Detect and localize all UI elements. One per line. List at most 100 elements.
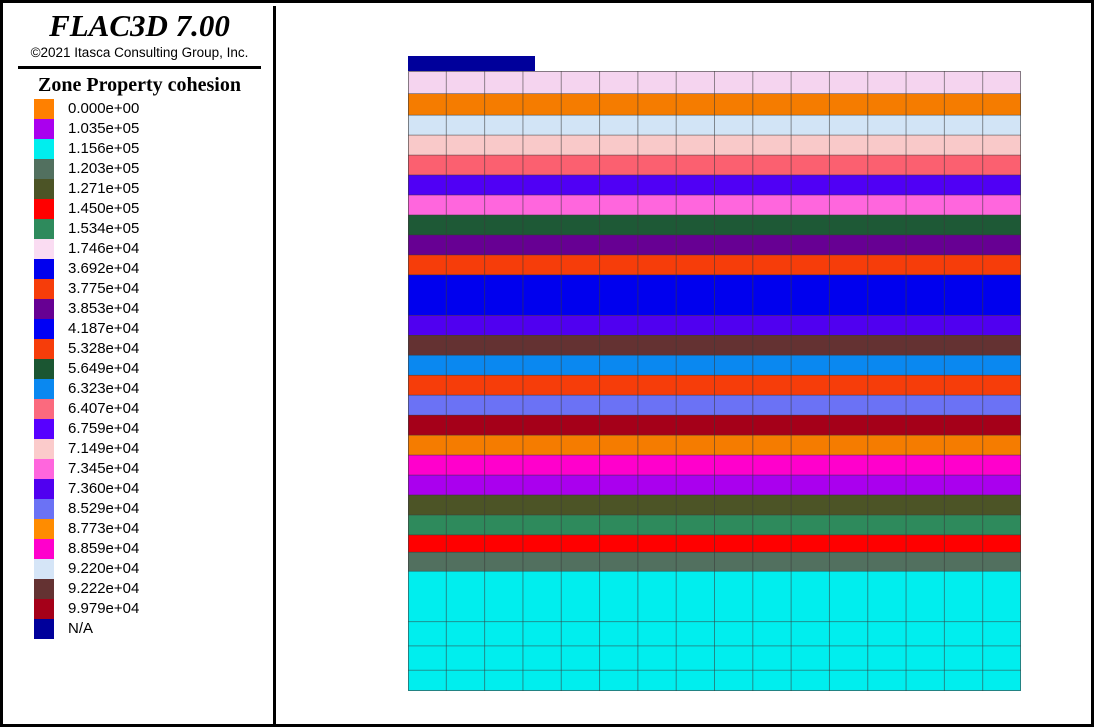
legend-value-label: 1.746e+04	[68, 239, 140, 257]
legend-row[interactable]: 1.450e+05	[34, 198, 273, 219]
legend-value-label: 1.035e+05	[68, 119, 140, 137]
legend-row[interactable]: 0.000e+00	[34, 98, 273, 119]
legend-row[interactable]: 3.692e+04	[34, 258, 273, 279]
legend-color-swatch	[34, 318, 54, 339]
legend-value-label: 5.328e+04	[68, 339, 140, 357]
legend-row[interactable]: 8.529e+04	[34, 498, 273, 519]
legend-entry-list: 0.000e+00 1.035e+05 1.156e+05 1.203e+05 1.27…	[6, 98, 273, 639]
zone-band	[408, 315, 1021, 336]
legend-color-swatch	[34, 478, 54, 499]
legend-color-swatch	[34, 118, 54, 139]
legend-value-label: 9.220e+04	[68, 559, 140, 577]
legend-row[interactable]: 9.220e+04	[34, 558, 273, 579]
legend-value-label: 6.323e+04	[68, 379, 140, 397]
legend-color-swatch	[34, 418, 54, 439]
legend-color-swatch	[34, 138, 54, 159]
legend-value-label: 4.187e+04	[68, 319, 140, 337]
legend-value-label: 8.529e+04	[68, 499, 140, 517]
legend-row[interactable]: 6.323e+04	[34, 378, 273, 399]
legend-value-label: 3.692e+04	[68, 259, 140, 277]
plot-panel[interactable]	[279, 6, 1088, 721]
zone-band	[408, 474, 1021, 495]
legend-row[interactable]: 5.328e+04	[34, 338, 273, 359]
legend-color-swatch	[34, 338, 54, 359]
zone-band	[408, 514, 1021, 535]
legend-color-swatch	[34, 258, 54, 279]
legend-row[interactable]: 5.649e+04	[34, 358, 273, 379]
zone-band	[408, 274, 1021, 316]
legend-panel: FLAC3D 7.00 ©2021 Itasca Consulting Grou…	[6, 6, 276, 724]
legend-color-swatch	[34, 398, 54, 419]
legend-row[interactable]: 3.853e+04	[34, 298, 273, 319]
zone-band	[408, 115, 1021, 136]
legend-color-swatch	[34, 198, 54, 219]
zone-band	[408, 375, 1021, 396]
legend-row[interactable]: 1.746e+04	[34, 238, 273, 259]
zone-band	[408, 534, 1021, 553]
legend-color-swatch	[34, 358, 54, 379]
zone-band	[408, 552, 1021, 572]
legend-color-swatch	[34, 598, 54, 619]
legend-row[interactable]: 3.775e+04	[34, 278, 273, 299]
zone-band	[408, 415, 1021, 436]
zone-band	[408, 435, 1021, 456]
legend-row[interactable]: 7.149e+04	[34, 438, 273, 459]
zone-band	[408, 175, 1021, 195]
legend-row[interactable]: 8.859e+04	[34, 538, 273, 559]
zone-band-stack	[408, 71, 1021, 691]
legend-color-swatch	[34, 298, 54, 319]
zone-band	[408, 71, 1021, 94]
zone-band	[408, 254, 1021, 275]
zone-band	[408, 494, 1021, 515]
legend-row[interactable]: 1.271e+05	[34, 178, 273, 199]
legend-value-label: 1.534e+05	[68, 219, 140, 237]
zone-band	[408, 335, 1021, 356]
legend-row[interactable]: 1.156e+05	[34, 138, 273, 159]
zone-band	[408, 395, 1021, 416]
legend-color-swatch	[34, 98, 54, 119]
legend-row[interactable]: 1.035e+05	[34, 118, 273, 139]
legend-row[interactable]: 9.979e+04	[34, 598, 273, 619]
zone-band	[408, 455, 1021, 475]
legend-value-label: 7.149e+04	[68, 439, 140, 457]
legend-value-label: 1.271e+05	[68, 179, 140, 197]
legend-row[interactable]: 7.360e+04	[34, 478, 273, 499]
legend-row[interactable]: 1.534e+05	[34, 218, 273, 239]
legend-row[interactable]: N/A	[34, 618, 273, 639]
legend-color-swatch	[34, 438, 54, 459]
legend-row[interactable]: 8.773e+04	[34, 518, 273, 539]
legend-value-label: 1.450e+05	[68, 199, 140, 217]
legend-value-label: 1.156e+05	[68, 139, 140, 157]
legend-value-label: 6.407e+04	[68, 399, 140, 417]
legend-color-swatch	[34, 618, 54, 639]
flac3d-window: FLAC3D 7.00 ©2021 Itasca Consulting Grou…	[0, 0, 1094, 727]
zone-model-view[interactable]	[408, 71, 1021, 691]
legend-row[interactable]: 4.187e+04	[34, 318, 273, 339]
legend-row[interactable]: 6.759e+04	[34, 418, 273, 439]
legend-value-label: N/A	[68, 619, 94, 637]
legend-color-swatch	[34, 178, 54, 199]
legend-row[interactable]: 1.203e+05	[34, 158, 273, 179]
legend-color-swatch	[34, 578, 54, 599]
zone-band	[408, 234, 1021, 255]
legend-divider-rule	[18, 65, 261, 69]
legend-color-swatch	[34, 498, 54, 519]
legend-value-label: 9.222e+04	[68, 579, 140, 597]
legend-row[interactable]: 6.407e+04	[34, 398, 273, 419]
copyright-notice: ©2021 Itasca Consulting Group, Inc.	[30, 44, 249, 60]
legend-color-swatch	[34, 538, 54, 559]
application-title: FLAC3D 7.00	[49, 8, 230, 43]
zone-band	[408, 135, 1021, 156]
legend-value-label: 7.345e+04	[68, 459, 140, 477]
legend-row[interactable]: 9.222e+04	[34, 578, 273, 599]
zone-band	[408, 93, 1021, 116]
zone-band	[408, 194, 1021, 215]
zone-band	[408, 355, 1021, 376]
legend-row[interactable]: 7.345e+04	[34, 458, 273, 479]
legend-value-label: 8.773e+04	[68, 519, 140, 537]
zone-band	[408, 214, 1021, 235]
legend-color-swatch	[34, 518, 54, 539]
legend-value-label: 3.775e+04	[68, 279, 140, 297]
legend-color-swatch	[34, 218, 54, 239]
legend-color-swatch	[34, 238, 54, 259]
